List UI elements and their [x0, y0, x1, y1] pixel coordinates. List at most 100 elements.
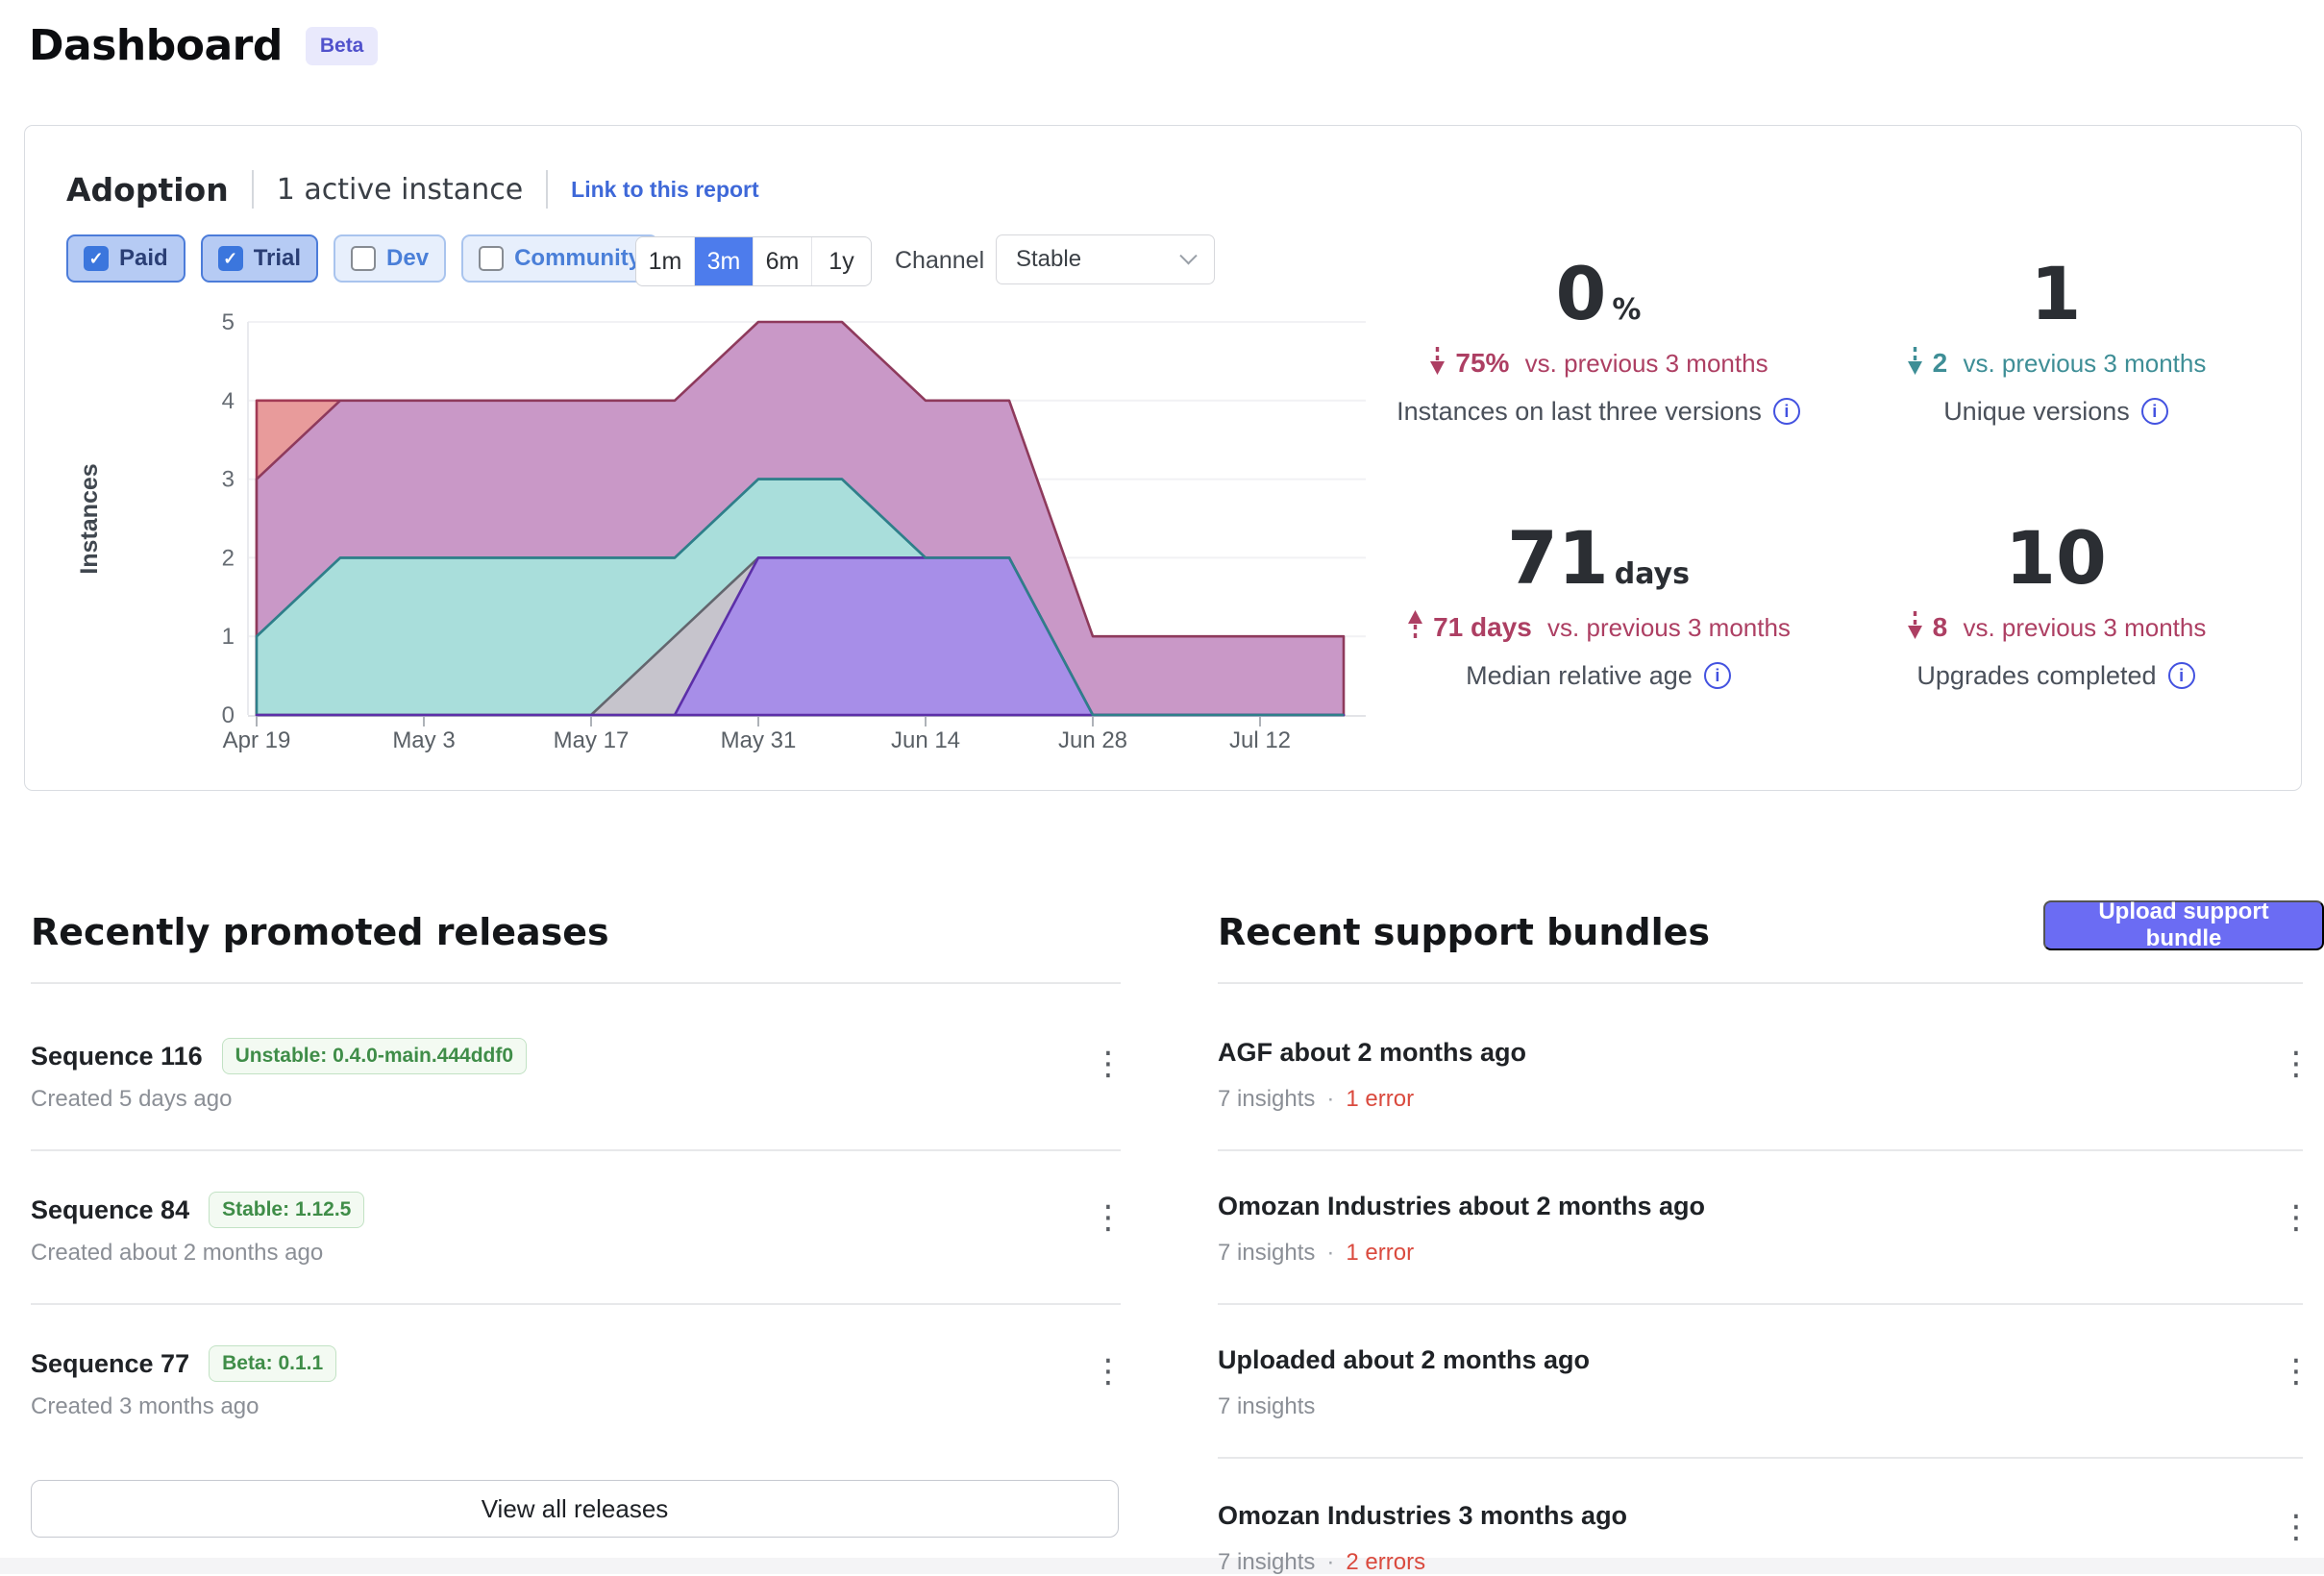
stat-number: 10	[2005, 518, 2107, 599]
info-icon[interactable]: i	[2141, 398, 2168, 425]
checkbox-checked-icon[interactable]: ✓	[218, 246, 243, 271]
release-channel-badge: Stable: 1.12.5	[209, 1192, 364, 1228]
info-icon[interactable]: i	[1704, 662, 1731, 689]
view-all-releases-button[interactable]: View all releases	[31, 1480, 1119, 1538]
y-tick-label: 0	[222, 702, 235, 728]
stat-upgrades-completed: 108 vs. previous 3 monthsUpgrades comple…	[1827, 501, 2285, 726]
adoption-area-chart[interactable]: 012345Apr 19May 3May 17May 31Jun 14Jun 2…	[59, 313, 1366, 775]
x-tick-label: Jun 28	[1058, 727, 1127, 753]
x-tick-label: May 31	[721, 727, 797, 753]
divider	[1218, 1149, 2303, 1151]
kebab-menu-icon[interactable]: ⋮	[2280, 1047, 2312, 1080]
bundle-insights-count: 7 insights	[1218, 1393, 1315, 1420]
bundle-title: Omozan Industries 3 months ago	[1218, 1501, 1627, 1531]
release-row[interactable]: Sequence 116Unstable: 0.4.0-main.444ddf0	[31, 1038, 527, 1074]
dot-separator: ·	[1326, 1549, 1334, 1576]
divider	[1218, 1303, 2303, 1305]
bundle-row[interactable]: Uploaded about 2 months ago	[1218, 1345, 1590, 1375]
filter-pill-dev[interactable]: Dev	[334, 234, 446, 283]
kebab-menu-icon[interactable]: ⋮	[1092, 1355, 1125, 1388]
checkbox-unchecked-icon[interactable]	[479, 246, 504, 271]
stat-number: 71	[1507, 518, 1609, 599]
stat-label: Median relative age i	[1466, 661, 1731, 691]
kebab-menu-icon[interactable]: ⋮	[1092, 1201, 1125, 1234]
checkbox-unchecked-icon[interactable]	[351, 246, 376, 271]
channel-select[interactable]: Stable	[996, 234, 1215, 284]
stat-change-value: 8	[1933, 612, 1948, 643]
filter-pill-label: Community	[514, 245, 641, 272]
stat-change-value: 71 days	[1433, 612, 1532, 643]
adoption-stats-grid: 0% 75% vs. previous 3 months Instances on …	[1370, 236, 2285, 726]
active-instance-count: 1 active instance	[277, 173, 523, 207]
release-channel-badge: Beta: 0.1.1	[209, 1345, 336, 1382]
range-segment-3m[interactable]: 3m	[695, 237, 754, 285]
divider	[546, 170, 548, 209]
bundle-title: AGF about 2 months ago	[1218, 1038, 1526, 1068]
stat-label: Instances on last three versions i	[1397, 397, 1800, 427]
y-tick-label: 5	[222, 313, 235, 335]
stat-change-value: 75%	[1455, 348, 1509, 379]
y-tick-label: 1	[222, 624, 235, 650]
info-icon[interactable]: i	[1773, 398, 1800, 425]
divider	[252, 170, 254, 209]
stat-value: 1	[2031, 254, 2082, 334]
release-row[interactable]: Sequence 84 Stable: 1.12.5	[31, 1192, 364, 1228]
stat-change: 2 vs. previous 3 months	[1906, 344, 2207, 383]
filter-pill-community[interactable]: Community	[461, 234, 658, 283]
stat-change-caption: vs. previous 3 months	[1541, 613, 1791, 643]
stat-value: 71days	[1507, 518, 1690, 599]
channel-label: Channel	[895, 247, 984, 275]
up-arrow-icon	[1406, 608, 1424, 648]
bundle-row[interactable]: AGF about 2 months ago	[1218, 1038, 1526, 1068]
stat-number: 0	[1556, 254, 1607, 334]
stat-change-value: 2	[1933, 348, 1948, 379]
stat-unit: %	[1612, 293, 1641, 327]
info-icon[interactable]: i	[2168, 662, 2195, 689]
bundle-title: Omozan Industries about 2 months ago	[1218, 1192, 1705, 1221]
filter-pill-trial[interactable]: ✓Trial	[201, 234, 318, 283]
kebab-menu-icon[interactable]: ⋮	[2280, 1355, 2312, 1388]
adoption-card: Adoption 1 active instance Link to this …	[24, 125, 2302, 791]
stat-change: 75% vs. previous 3 months	[1428, 344, 1768, 383]
bundle-insights-count: 7 insights	[1218, 1549, 1315, 1576]
kebab-menu-icon[interactable]: ⋮	[2280, 1511, 2312, 1543]
y-tick-label: 2	[222, 545, 235, 571]
down-arrow-icon	[1906, 344, 1924, 383]
link-to-report[interactable]: Link to this report	[571, 177, 759, 203]
x-tick-label: Jun 14	[891, 727, 960, 753]
bundle-error-count: 2 errors	[1346, 1549, 1425, 1576]
adoption-card-header: Adoption 1 active instance Link to this …	[66, 170, 759, 209]
chevron-down-icon	[1179, 247, 1197, 264]
bundle-row[interactable]: Omozan Industries about 2 months ago	[1218, 1192, 1705, 1221]
range-segment-1y[interactable]: 1y	[812, 237, 871, 285]
adoption-title: Adoption	[66, 171, 229, 209]
dot-separator: ·	[1326, 1086, 1334, 1113]
release-created: Created about 2 months ago	[31, 1240, 323, 1267]
release-title: Sequence 77	[31, 1349, 189, 1379]
bundle-insights-count: 7 insights	[1218, 1240, 1315, 1267]
kebab-menu-icon[interactable]: ⋮	[1092, 1047, 1125, 1080]
release-created: Created 3 months ago	[31, 1393, 259, 1420]
kebab-menu-icon[interactable]: ⋮	[2280, 1201, 2312, 1234]
release-created: Created 5 days ago	[31, 1086, 232, 1113]
release-title: Sequence 84	[31, 1195, 189, 1225]
license-type-filters: ✓Paid ✓Trial Dev Community	[66, 234, 658, 283]
x-tick-label: May 3	[392, 727, 455, 753]
range-segment-1m[interactable]: 1m	[636, 237, 695, 285]
checkbox-checked-icon[interactable]: ✓	[84, 246, 109, 271]
release-row[interactable]: Sequence 77 Beta: 0.1.1	[31, 1345, 336, 1382]
range-segment-6m[interactable]: 6m	[754, 237, 812, 285]
time-range-selector: 1m3m6m1y	[635, 236, 872, 286]
filter-pill-paid[interactable]: ✓Paid	[66, 234, 185, 283]
stat-change-caption: vs. previous 3 months	[1956, 613, 2206, 643]
x-tick-label: Jul 12	[1229, 727, 1291, 753]
upload-support-bundle-button[interactable]: Upload support bundle	[2043, 900, 2324, 950]
bundle-row[interactable]: Omozan Industries 3 months ago	[1218, 1501, 1627, 1531]
beta-badge: Beta	[306, 27, 379, 65]
release-channel-badge: Unstable: 0.4.0-main.444ddf0	[222, 1038, 527, 1074]
dot-separator: ·	[1326, 1240, 1334, 1267]
bundles-heading: Recent support bundles	[1218, 911, 1710, 953]
page-bottom-strip	[0, 1558, 2324, 1574]
page-title: Dashboard	[29, 21, 283, 70]
page-header: Dashboard Beta	[29, 21, 378, 70]
